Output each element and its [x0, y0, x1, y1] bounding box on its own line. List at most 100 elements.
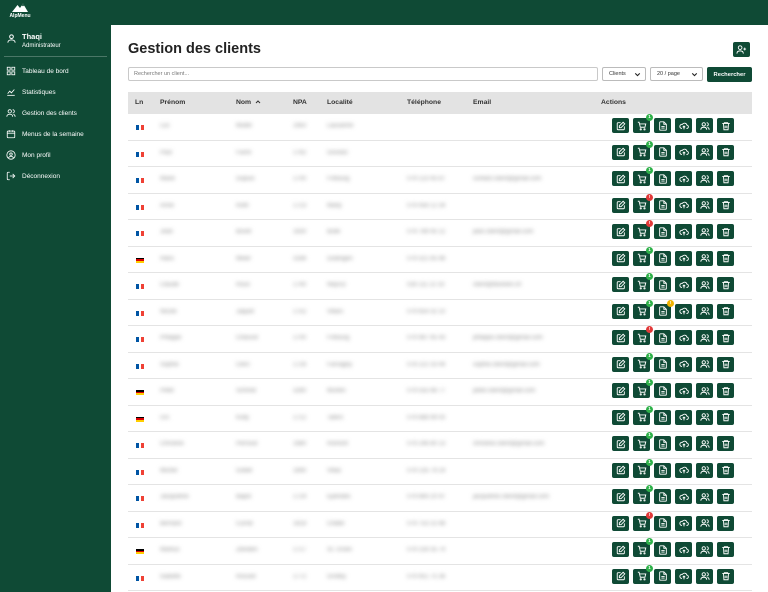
column-header-npa[interactable]: NPA — [293, 92, 307, 114]
orders-button[interactable]: 1 — [633, 379, 653, 398]
table-row[interactable]: Jacqueline Bapst 1724 Ependes 079 864 20 97 j… — [128, 485, 752, 512]
invoice-button[interactable] — [654, 462, 671, 478]
invoice-button[interactable] — [654, 277, 671, 292]
edit-button[interactable] — [612, 436, 629, 451]
upload-button[interactable] — [675, 436, 692, 451]
orders-button[interactable]: ! — [633, 193, 653, 213]
upload-button[interactable] — [675, 330, 692, 345]
edit-button[interactable] — [612, 568, 629, 584]
upload-button[interactable] — [675, 462, 692, 478]
contacts-button[interactable] — [696, 542, 713, 557]
table-row[interactable]: Luc Muller 1950 Lausanne 1 — [128, 114, 752, 141]
invoice-button[interactable] — [654, 489, 671, 504]
orders-button[interactable]: 1 — [633, 538, 653, 557]
delete-button[interactable] — [717, 118, 734, 133]
contacts-button[interactable] — [696, 383, 713, 398]
table-row[interactable]: Hans Meier 3186 Düdingen 079 321 65 98 1 — [128, 246, 752, 273]
contacts-button[interactable] — [696, 462, 713, 478]
contacts-button[interactable] — [696, 171, 713, 186]
delete-button[interactable] — [717, 224, 734, 239]
orders-button[interactable]: 1 — [633, 114, 653, 133]
edit-button[interactable] — [612, 303, 629, 319]
orders-button[interactable]: 1 — [633, 564, 653, 584]
invoice-button[interactable] — [654, 515, 671, 531]
delete-button[interactable] — [717, 489, 734, 504]
invoice-button[interactable] — [654, 197, 671, 213]
search-button[interactable]: Rechercher — [707, 67, 752, 82]
table-row[interactable]: Jean Bovet 1630 Bulle 079 789 45 12 jean.clie… — [128, 220, 752, 247]
invoice-button[interactable] — [654, 436, 671, 451]
contacts-button[interactable] — [696, 409, 713, 425]
delete-button[interactable] — [717, 356, 734, 372]
edit-button[interactable] — [612, 409, 629, 425]
contacts-button[interactable] — [696, 250, 713, 266]
edit-button[interactable] — [612, 383, 629, 398]
orders-button[interactable]: ! — [633, 220, 653, 239]
orders-button[interactable]: ! — [633, 511, 653, 531]
invoice-button[interactable] — [654, 568, 671, 584]
contacts-button[interactable] — [696, 303, 713, 319]
invoice-button[interactable] — [654, 409, 671, 425]
upload-button[interactable] — [675, 303, 692, 319]
delete-button[interactable] — [717, 330, 734, 345]
invoice-button[interactable] — [654, 224, 671, 239]
edit-button[interactable] — [612, 542, 629, 557]
orders-button[interactable]: 1 — [633, 140, 653, 160]
column-header-telephone[interactable]: Téléphone — [407, 92, 441, 114]
contacts-button[interactable] — [696, 568, 713, 584]
invoice-button[interactable] — [654, 118, 671, 133]
delete-button[interactable] — [717, 409, 734, 425]
delete-button[interactable] — [717, 542, 734, 557]
upload-button[interactable] — [675, 409, 692, 425]
upload-button[interactable] — [675, 515, 692, 531]
upload-button[interactable] — [675, 144, 692, 160]
delete-button[interactable] — [717, 171, 734, 186]
table-row[interactable]: Philippe Chassot 1700 Fribourg 079 987 65 43… — [128, 326, 752, 353]
delete-button[interactable] — [717, 436, 734, 451]
invoice-button[interactable]: ! — [654, 299, 674, 319]
upload-button[interactable] — [675, 277, 692, 292]
table-row[interactable]: Marie Dupuis 1700 Fribourg 079 123 45 67 cont… — [128, 167, 752, 194]
invoice-button[interactable] — [654, 383, 671, 398]
invoice-button[interactable] — [654, 144, 671, 160]
column-header-prenom[interactable]: Prénom — [160, 92, 185, 114]
edit-button[interactable] — [612, 462, 629, 478]
sidebar-item-statistics[interactable]: Statistiques — [6, 85, 106, 99]
upload-button[interactable] — [675, 197, 692, 213]
edit-button[interactable] — [612, 171, 629, 186]
edit-button[interactable] — [612, 250, 629, 266]
delete-button[interactable] — [717, 462, 734, 478]
table-row[interactable]: Peter Schmid 3280 Murten 079 555 66 77 peter.… — [128, 379, 752, 406]
table-row[interactable]: Nicole Jaquet 1752 Villars 079 654 32 10 1! — [128, 299, 752, 326]
orders-button[interactable]: 1 — [633, 432, 653, 451]
upload-button[interactable] — [675, 356, 692, 372]
table-row[interactable]: Claude Roux 1740 Neyruz 026 111 22 33 client@… — [128, 273, 752, 300]
upload-button[interactable] — [675, 489, 692, 504]
contacts-button[interactable] — [696, 515, 713, 531]
upload-button[interactable] — [675, 224, 692, 239]
upload-button[interactable] — [675, 118, 692, 133]
table-row[interactable]: Bernard Currat 1618 Châtel 079 753 15 98! — [128, 511, 752, 538]
upload-button[interactable] — [675, 250, 692, 266]
orders-button[interactable]: 1 — [633, 273, 653, 292]
delete-button[interactable] — [717, 277, 734, 292]
upload-button[interactable] — [675, 171, 692, 186]
edit-button[interactable] — [612, 330, 629, 345]
delete-button[interactable] — [717, 303, 734, 319]
contacts-button[interactable] — [696, 330, 713, 345]
orders-button[interactable]: 1 — [633, 405, 653, 425]
column-header-localite[interactable]: Localité — [327, 92, 353, 114]
contacts-button[interactable] — [696, 224, 713, 239]
orders-button[interactable]: 1 — [633, 458, 653, 478]
invoice-button[interactable] — [654, 542, 671, 557]
delete-button[interactable] — [717, 515, 734, 531]
table-row[interactable]: Urs Kolly 1712 Tafers 079 888 99 00 1 — [128, 405, 752, 432]
orders-button[interactable]: 1 — [633, 299, 653, 319]
table-row[interactable]: Sophie Clerc 1726 Farvagny 078 222 33 44 soph… — [128, 352, 752, 379]
contacts-button[interactable] — [696, 436, 713, 451]
column-header-nom[interactable]: Nom — [236, 92, 262, 114]
edit-button[interactable] — [612, 277, 629, 292]
contacts-button[interactable] — [696, 356, 713, 372]
table-row[interactable]: Paul Favre 1762 Givisiez 1 — [128, 140, 752, 167]
sidebar-item-dashboard[interactable]: Tableau de bord — [6, 64, 106, 78]
